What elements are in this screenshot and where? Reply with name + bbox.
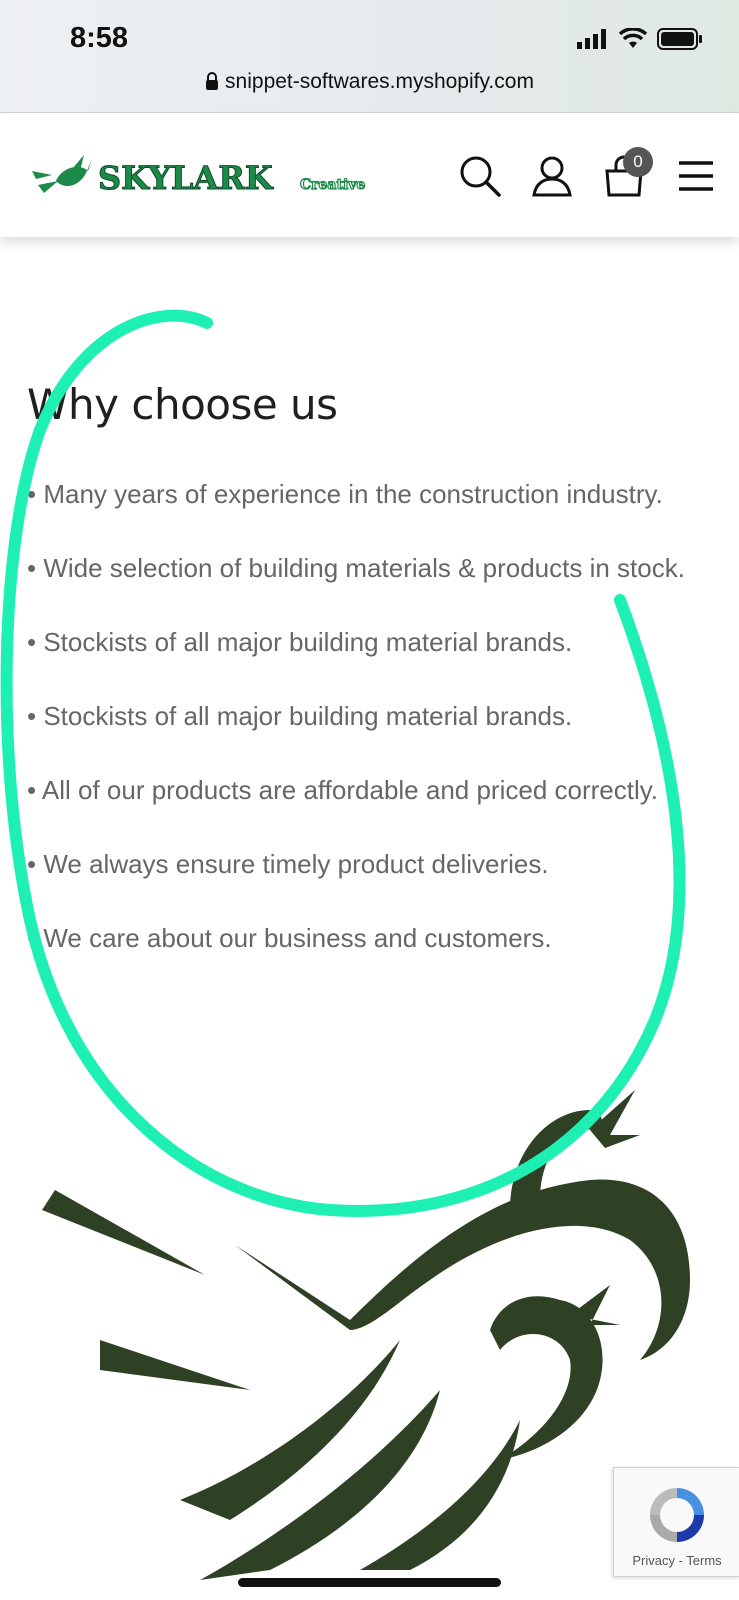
list-item: • All of our products are affordable and…	[27, 775, 659, 805]
url-text: snippet-softwares.myshopify.com	[225, 70, 534, 93]
header-actions: 0	[457, 147, 719, 199]
list-item: • Many years of experience in the constr…	[27, 479, 663, 509]
list-item: • We care about our business and custome…	[27, 923, 552, 953]
search-button[interactable]	[457, 153, 503, 199]
list-item: • Wide selection of building materials &…	[27, 553, 685, 583]
status-icons	[577, 24, 703, 54]
recaptcha-icon	[650, 1488, 704, 1542]
battery-icon	[657, 28, 702, 50]
link-separator: -	[674, 1553, 687, 1568]
section-title: Why choose us	[27, 380, 338, 429]
logo-bird-icon	[32, 155, 92, 193]
cart-count-badge: 0	[623, 147, 653, 177]
address-bar[interactable]: snippet-softwares.myshopify.com	[0, 70, 739, 94]
signal-icon	[577, 29, 606, 49]
home-indicator[interactable]	[238, 1578, 501, 1587]
search-icon	[460, 156, 501, 197]
feature-list: • Many years of experience in the constr…	[27, 471, 717, 961]
list-item: • We always ensure timely product delive…	[27, 849, 549, 879]
site-header: SKYLARK Creative 0	[0, 113, 739, 237]
wifi-icon	[619, 28, 647, 48]
status-time: 8:58	[70, 22, 129, 54]
list-item: • Stockists of all major building materi…	[27, 627, 573, 657]
recaptcha-links: Privacy - Terms	[614, 1553, 739, 1568]
account-button[interactable]	[529, 153, 575, 199]
cart-button[interactable]: 0	[601, 147, 653, 199]
privacy-link[interactable]: Privacy	[632, 1553, 675, 1568]
why-choose-us-section: Why choose us • Many years of experience…	[27, 380, 717, 989]
logo-subtext: Creative	[300, 177, 365, 193]
terms-link[interactable]: Terms	[686, 1553, 721, 1568]
menu-button[interactable]	[673, 153, 719, 199]
account-icon	[532, 156, 572, 197]
browser-top-bar: 8:58 snippet-softwares.myshopify.com	[0, 0, 739, 113]
site-logo[interactable]: SKYLARK Creative	[28, 151, 388, 205]
menu-icon	[679, 161, 713, 191]
list-item: • Stockists of all major building materi…	[27, 701, 573, 731]
lock-icon	[206, 72, 219, 90]
bird-illustration	[42, 1090, 690, 1580]
recaptcha-badge[interactable]: Privacy - Terms	[613, 1467, 739, 1577]
logo-text: SKYLARK	[98, 159, 274, 197]
